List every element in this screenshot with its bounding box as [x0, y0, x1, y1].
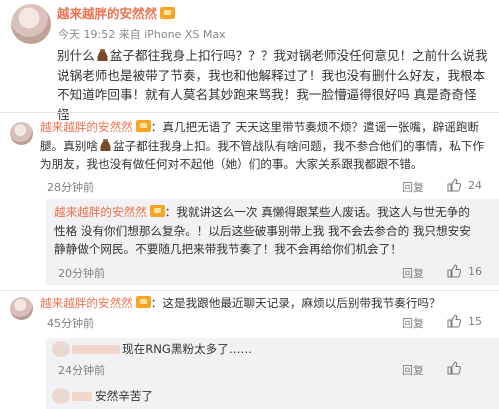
post-author-row: 越来越胖的安然然 — [57, 6, 176, 22]
comment-2-author[interactable]: 越来越胖的安然然 — [54, 205, 147, 219]
post-meta: 今天 19:52 来自 iPhone XS Max — [58, 28, 226, 41]
blurred-avatar — [52, 341, 70, 357]
comment-4-text: 现在RNG黑粉太多了…… — [122, 342, 253, 356]
comment-4-time: 24分钟前 — [58, 364, 105, 377]
post-text-prefix: 别什么 — [57, 48, 95, 63]
comment-avatar[interactable] — [10, 122, 33, 145]
thumbs-up-icon[interactable] — [447, 178, 461, 192]
vip-badge-icon — [135, 120, 151, 132]
vip-badge-icon — [149, 205, 165, 217]
thumbs-up-icon[interactable] — [447, 264, 461, 278]
comment-avatar[interactable] — [10, 297, 33, 320]
comment-3-reply-button[interactable]: 回复 — [402, 315, 424, 331]
comment-1-like-count: 24 — [468, 179, 482, 192]
comment-3-time: 45分钟前 — [47, 317, 94, 330]
vip-badge-icon — [160, 7, 176, 19]
comment-3-author[interactable]: 越来越胖的安然然 — [40, 296, 133, 310]
comment-3-body: 越来越胖的安然然 ：这是我跟他最近聊天记录，麻烦以后别带我节奏行吗？ — [40, 294, 495, 313]
comment-1-body: 越来越胖的安然然 ：真几把无语了 天天这里带节奏烦不烦？遣谣一张嘴，辟谣跑断腿。真… — [40, 118, 495, 174]
thumbs-up-icon[interactable] — [447, 314, 461, 328]
comment-2-reply-button[interactable]: 回复 — [402, 265, 424, 281]
comment-1-time: 28分钟前 — [47, 181, 94, 194]
thumbs-up-icon[interactable] — [447, 361, 461, 375]
comment-1-author[interactable]: 越来越胖的安然然 — [40, 120, 133, 134]
comment-2-time: 20分钟前 — [58, 267, 105, 280]
post-author-name[interactable]: 越来越胖的安然然 — [57, 6, 157, 21]
poop-emoji-icon — [98, 138, 112, 151]
comment-4-reply-button[interactable]: 回复 — [402, 362, 424, 378]
comment-2-body: 越来越胖的安然然 ：我就讲这么一次 真懒得跟某些人废话。我这人与世无争的性格 没有… — [54, 203, 474, 259]
divider — [0, 112, 499, 113]
poop-emoji-icon — [95, 49, 109, 61]
post-text: 盆子都往我身上扣行吗？？？我对锅老师没任何意见！之前什么说我说锅老师也是被带了节… — [57, 48, 488, 122]
comment-3-text: ：这是我跟他最近聊天记录，麻烦以后别带我节奏行吗？ — [150, 296, 441, 310]
blurred-username — [72, 392, 92, 401]
blurred-avatar — [52, 388, 70, 404]
post-author-avatar[interactable] — [11, 4, 51, 44]
comment-2-like-count: 16 — [468, 265, 482, 278]
vip-badge-icon — [135, 296, 151, 308]
blurred-username — [72, 345, 120, 354]
comment-5-text: 安然辛苦了 — [95, 389, 153, 403]
comment-3-like-count: 15 — [468, 315, 482, 328]
divider — [0, 290, 499, 291]
comment-1-reply-button[interactable]: 回复 — [402, 179, 424, 195]
